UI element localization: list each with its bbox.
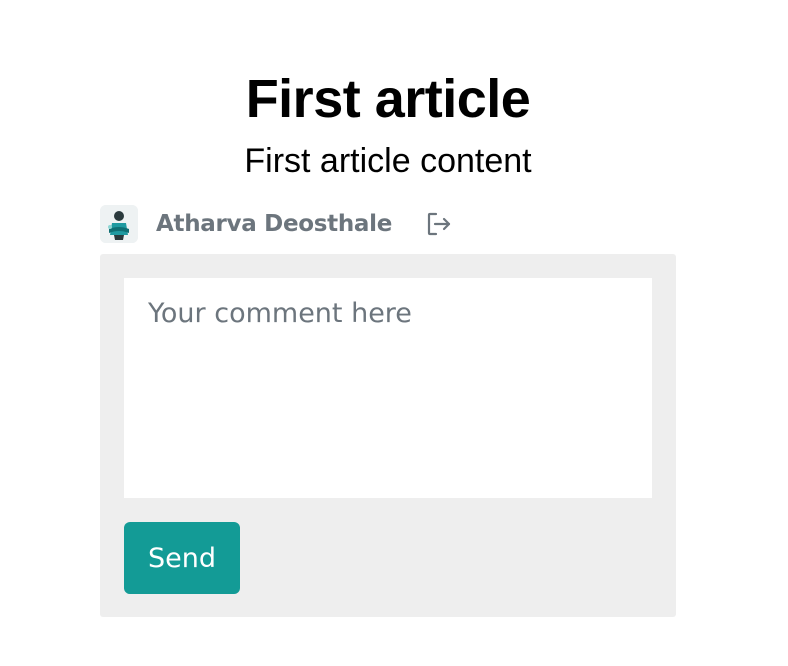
comment-input[interactable] [124,278,652,498]
comment-form: Send [100,254,676,617]
send-button[interactable]: Send [124,522,240,594]
logout-icon [427,212,451,236]
logout-button[interactable] [424,209,454,239]
article-content: First article content [244,142,532,180]
avatar [100,205,138,243]
user-name: Atharva Deosthale [156,211,393,237]
avatar-image [100,205,138,243]
user-info: Atharva Deosthale [100,203,454,245]
article-title: First article [245,69,531,129]
